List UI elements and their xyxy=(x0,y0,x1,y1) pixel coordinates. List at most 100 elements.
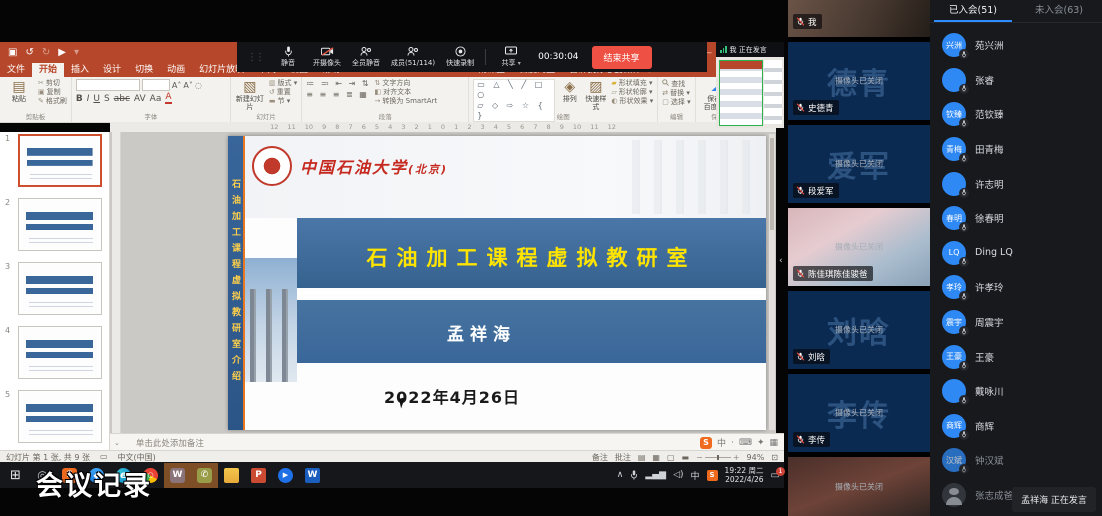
video-tile[interactable]: 我 xyxy=(788,0,930,37)
participant-row[interactable]: 许志明 xyxy=(930,166,1102,201)
ribbon-tab[interactable]: 设计 xyxy=(96,63,128,77)
reading-view-icon[interactable]: ▢ xyxy=(667,453,675,462)
align-icons[interactable]: ≡ ≡ ≡ ≣ ▦ xyxy=(306,90,370,99)
shape-effects-button[interactable]: ◐形状效果 ▾ xyxy=(611,97,653,105)
sogou-ime-icon[interactable]: S xyxy=(700,437,712,449)
video-tile[interactable]: 摄像头已关闭 xyxy=(788,457,930,516)
participant-row[interactable]: 汉斌 钟汉斌 xyxy=(930,443,1102,478)
increase-font-icon[interactable]: A˄ xyxy=(172,81,181,90)
strikethrough-button[interactable]: abc xyxy=(114,94,130,104)
participant-row[interactable]: 商辉 商辉 xyxy=(930,409,1102,444)
cut-button[interactable]: ✂剪切 xyxy=(38,79,67,87)
italic-button[interactable]: I xyxy=(87,94,90,104)
reset-button[interactable]: ↺重置 xyxy=(269,88,297,96)
font-color-button[interactable]: A xyxy=(165,93,171,104)
end-share-button[interactable]: 结束共享 xyxy=(592,46,652,69)
camera-button[interactable]: 开摄像头 xyxy=(313,46,341,68)
select-button[interactable]: ▢选择 ▾ xyxy=(662,98,690,106)
shape-fill-button[interactable]: ▰形状填充 ▾ xyxy=(611,79,653,87)
mute-button[interactable]: 静音 xyxy=(274,46,302,68)
taskbar-icon[interactable]: ⊞ xyxy=(8,468,23,483)
clear-format-icon[interactable]: ◌ xyxy=(195,81,202,90)
ime-punct-icon[interactable]: · xyxy=(731,438,734,448)
text-direction-button[interactable]: ⇅文字方向 xyxy=(375,79,438,87)
participant-row[interactable]: 春明 徐春明 xyxy=(930,201,1102,236)
tray-mic-icon[interactable] xyxy=(630,470,638,480)
tray-ime-indicator[interactable]: 中 xyxy=(691,469,700,482)
redo-icon[interactable]: ↻ xyxy=(42,47,50,58)
video-tile[interactable]: 刘晗 摄像头已关闭 刘晗 xyxy=(788,291,930,369)
underline-button[interactable]: U xyxy=(93,94,100,104)
panel-collapse-arrow[interactable]: ‹ xyxy=(779,256,1102,266)
undo-icon[interactable]: ↺ xyxy=(25,47,33,58)
participant-row[interactable]: 戴咏川 xyxy=(930,374,1102,409)
taskbar-icon[interactable]: W xyxy=(305,468,320,483)
participant-row[interactable]: 兴洲 苑兴洲 xyxy=(930,28,1102,63)
share-button[interactable]: 共享 ▾ xyxy=(497,46,525,68)
network-icon[interactable]: ▂▄▆ xyxy=(645,470,666,480)
record-button[interactable]: 快速录制 xyxy=(446,46,474,68)
ime-toolbar[interactable]: S 中 · ⌨ ✦ ▦ xyxy=(700,436,778,449)
video-tile[interactable]: 爱军 摄像头已关闭 段爱军 xyxy=(788,125,930,203)
tray-clock[interactable]: 19:22 周二 2022/4/26 xyxy=(725,466,764,484)
list-indent-icons[interactable]: ≔ ≕ ⇤ ⇥ ⇅ xyxy=(306,79,370,88)
font-name-select[interactable] xyxy=(76,79,140,91)
format-painter-button[interactable]: ✎格式刷 xyxy=(38,97,67,105)
slide-thumbnail[interactable]: 4 xyxy=(18,326,102,379)
normal-view-icon[interactable]: ▤ xyxy=(638,453,646,462)
slide-thumbnail[interactable]: 2 xyxy=(18,198,102,251)
layout-button[interactable]: ▥版式 ▾ xyxy=(269,79,297,87)
notes-splitter-icon[interactable]: ⌄ xyxy=(114,439,120,447)
replace-button[interactable]: ⇄替换 ▾ xyxy=(662,89,690,97)
chevron-up-icon[interactable]: ∧ xyxy=(617,470,624,480)
bold-button[interactable]: B xyxy=(76,94,83,104)
ime-emoji-icon[interactable]: ✦ xyxy=(757,438,765,448)
ime-keyboard-icon[interactable]: ⌨ xyxy=(739,438,752,448)
ribbon-tab[interactable]: 动画 xyxy=(160,63,192,77)
new-slide-button[interactable]: ▧ 新建幻灯片 xyxy=(235,79,265,111)
video-tile[interactable]: 德青 摄像头已关闭 史德青 xyxy=(788,42,930,120)
slide-sorter-icon[interactable]: ▦ xyxy=(652,453,660,462)
tray-sogou-icon[interactable]: S xyxy=(707,470,718,481)
ribbon-tab[interactable]: 插入 xyxy=(64,63,96,77)
participant-row[interactable]: 王豪 王豪 xyxy=(930,339,1102,374)
spellcheck-icon[interactable]: ▭ xyxy=(100,452,108,463)
copy-button[interactable]: ▣复制 xyxy=(38,88,67,96)
taskbar-icon[interactable]: ▶ xyxy=(278,468,293,483)
taskbar-icon[interactable] xyxy=(224,468,239,483)
quick-styles-button[interactable]: ▨ 快速样式 xyxy=(584,79,607,111)
taskbar-icon[interactable]: ✆ xyxy=(197,468,212,483)
tab-joined[interactable]: 已入会(51) xyxy=(930,0,1016,22)
char-spacing-button[interactable]: AV xyxy=(134,94,146,104)
tab-not-joined[interactable]: 未入会(63) xyxy=(1016,0,1102,22)
start-slideshow-icon[interactable]: ▶ xyxy=(58,47,66,58)
drag-handle-icon[interactable]: ⋮⋮ xyxy=(247,52,263,63)
qat-customize-icon[interactable]: ▾ xyxy=(74,47,79,58)
fit-to-window-icon[interactable]: ⊡ xyxy=(771,453,778,462)
ime-toolbox-icon[interactable]: ▦ xyxy=(769,438,778,448)
action-center-icon[interactable]: ▭1 xyxy=(771,470,780,481)
change-case-button[interactable]: Aa xyxy=(150,94,162,104)
language-indicator[interactable]: 中文(中国) xyxy=(118,452,156,463)
notes-bar[interactable]: ⌄ 单击此处添加备注 S 中 · ⌨ ✦ ▦ xyxy=(110,433,784,451)
members-button[interactable]: 成员(51/114) xyxy=(391,46,435,68)
zoom-level[interactable]: 94% xyxy=(747,453,765,462)
participant-row[interactable]: 震宇 周震宇 xyxy=(930,305,1102,340)
slide[interactable]: 石油加工课程虚拟教研室介绍 中国石油大学(北京) 石油加工课程虚拟教研室 孟祥海… xyxy=(228,136,766,430)
align-text-button[interactable]: ◧对齐文本 xyxy=(375,88,438,96)
comments-toggle[interactable]: 批注 xyxy=(615,452,631,463)
canvas-scrollbar[interactable] xyxy=(769,134,775,430)
save-icon[interactable]: ▣ xyxy=(8,47,17,58)
taskbar-icon[interactable]: P xyxy=(251,468,266,483)
zoom-slider[interactable]: −+ xyxy=(696,453,739,462)
slideshow-view-icon[interactable]: ▬ xyxy=(682,453,690,462)
mute-all-button[interactable]: 全员静音 xyxy=(352,46,380,68)
notes-toggle[interactable]: 备注 xyxy=(592,452,608,463)
find-button[interactable]: 查找 xyxy=(662,79,690,88)
participant-row[interactable]: 孝玲 许孝玲 xyxy=(930,270,1102,305)
ribbon-tab[interactable]: 文件 xyxy=(0,63,32,77)
meeting-mini-window[interactable]: 我 正在发言 xyxy=(716,42,784,128)
video-tile[interactable]: 摄像头已关闭 陈佳琪陈佳骏爸 xyxy=(788,208,930,286)
ribbon-tab[interactable]: 切换 xyxy=(128,63,160,77)
font-size-select[interactable] xyxy=(142,79,170,91)
